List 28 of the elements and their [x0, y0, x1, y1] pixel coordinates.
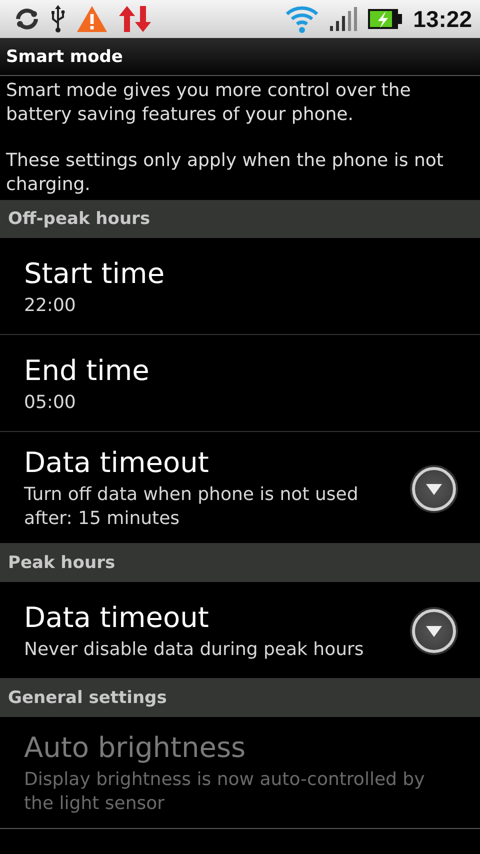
signal-icon	[329, 6, 358, 32]
setting-summary: Never disable data during peak hours	[24, 638, 365, 662]
setting-title: Data timeout	[24, 600, 210, 634]
screen-title: Smart mode	[6, 46, 123, 66]
triangle-down-icon	[425, 624, 443, 638]
dropdown-button[interactable]	[412, 609, 456, 653]
setting-summary: 22:00	[24, 294, 77, 318]
wifi-icon	[285, 5, 320, 33]
setting-title: Auto brightness	[24, 731, 247, 764]
setting-title: Data timeout	[24, 446, 210, 479]
section-header: Off-peak hours	[0, 200, 480, 238]
section-header: General settings	[0, 679, 480, 717]
setting-summary: Turn off data when phone is not used after: 15 minutes	[24, 483, 360, 531]
dropdown-button[interactable]	[412, 466, 456, 510]
setting-summary: 05:00	[24, 390, 77, 414]
warning-icon	[76, 5, 108, 33]
description-text: These settings only apply when the phone is not charging.	[6, 149, 444, 197]
description-text: Smart mode gives you more control over the battery saving features of your phone.	[6, 79, 412, 127]
setting-title: End time	[24, 354, 150, 386]
triangle-down-icon	[425, 482, 443, 496]
setting-title: Start time	[24, 256, 166, 290]
data-arrows-icon	[118, 4, 152, 34]
setting-summary: Display brightness is now auto-controlled by the light sensor	[24, 768, 426, 816]
sync-icon	[14, 7, 40, 31]
section-header: Peak hours	[0, 544, 480, 582]
battery-charging-icon	[367, 8, 404, 30]
clock: 13:22	[413, 6, 472, 32]
usb-icon	[50, 5, 66, 33]
